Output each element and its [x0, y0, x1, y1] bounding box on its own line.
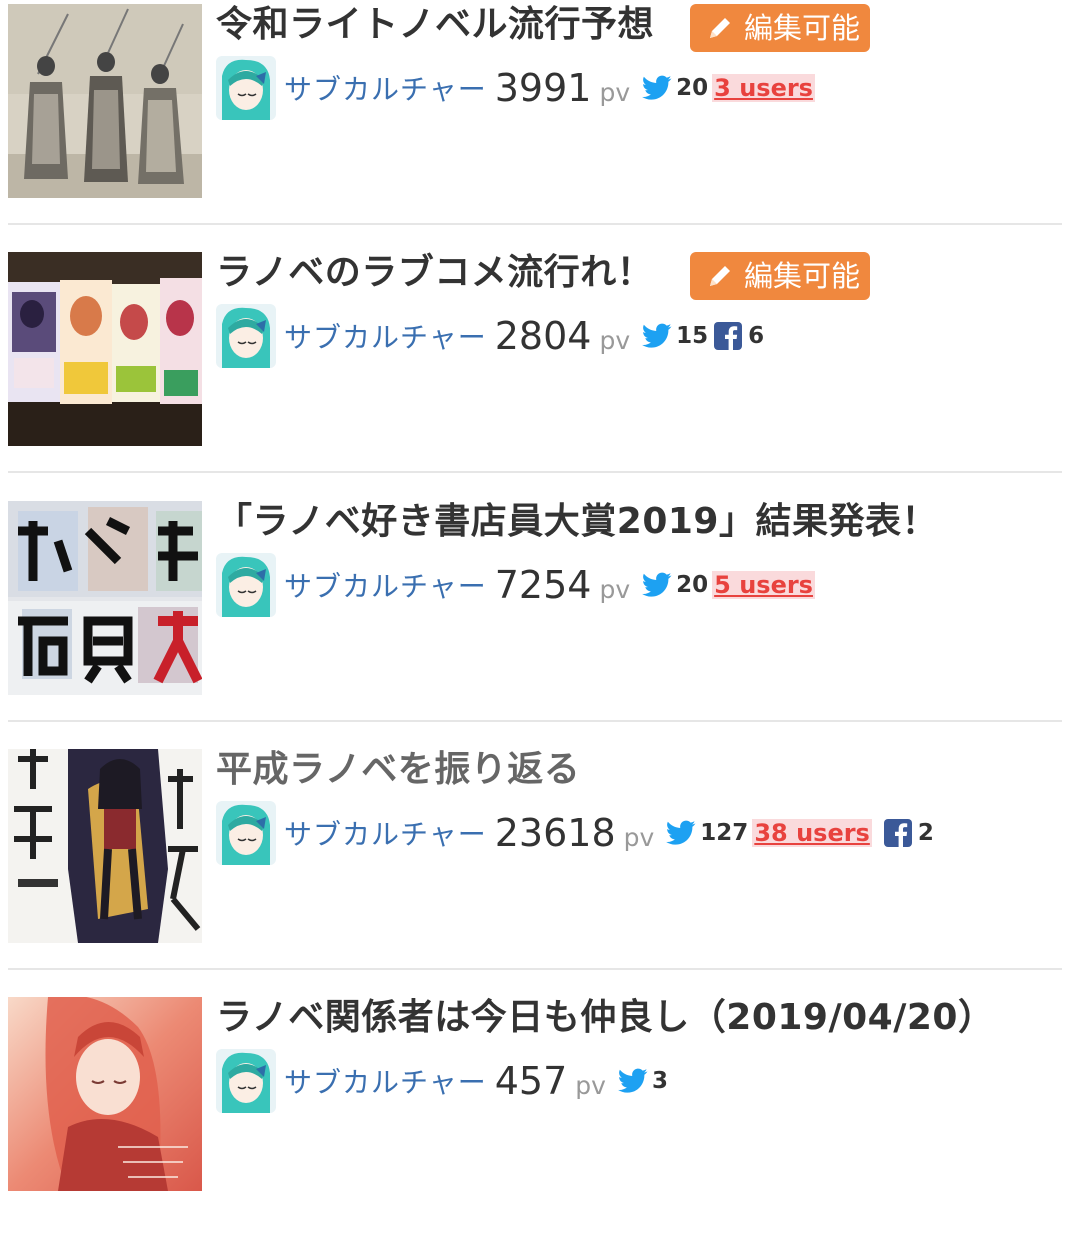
- article-item: 平成ラノベを振り返る サブカルチャー 23618 pv 127 38 users…: [0, 745, 1070, 993]
- twitter-icon[interactable]: [617, 1068, 648, 1094]
- twitter-icon[interactable]: [642, 75, 672, 101]
- facebook-count: 2: [917, 820, 934, 846]
- book-cover-thumbnail[interactable]: [8, 749, 202, 943]
- article-title[interactable]: 令和ライトノベル流行予想: [216, 2, 654, 48]
- divider: [8, 968, 1062, 970]
- avatar[interactable]: [216, 1049, 276, 1113]
- category-link[interactable]: サブカルチャー: [284, 68, 487, 108]
- poster-thumbnail[interactable]: [8, 501, 202, 695]
- pv-unit: pv: [599, 574, 631, 604]
- edit-badge[interactable]: 編集可能: [690, 252, 870, 300]
- article-title[interactable]: 平成ラノベを振り返る: [216, 747, 580, 793]
- article-item: 「ラノベ好き書店員大賞2019」結果発表！ サブカルチャー 7254 pv 20…: [0, 497, 1070, 745]
- pv-count: 3991: [494, 66, 592, 110]
- article-meta: サブカルチャー 2804 pv 15 6: [216, 304, 768, 368]
- pv-count: 2804: [494, 314, 592, 358]
- article-meta: サブカルチャー 3991 pv 20 3 users: [216, 56, 825, 120]
- edit-badge-label: 編集可能: [744, 11, 861, 45]
- article-title[interactable]: ラノベ関係者は今日も仲良し（2019/04/20）: [216, 995, 994, 1041]
- pv-count: 457: [494, 1059, 568, 1103]
- category-link[interactable]: サブカルチャー: [284, 316, 487, 356]
- facebook-icon[interactable]: [883, 819, 912, 847]
- article-meta: サブカルチャー 23618 pv 127 38 users 2: [216, 801, 938, 865]
- article-title[interactable]: ラノベのラブコメ流行れ！: [216, 250, 653, 296]
- article-item: 令和ライトノベル流行予想 編集可能 サブカルチャー 3991 pv 20 3 u…: [0, 0, 1070, 248]
- pv-unit: pv: [599, 325, 631, 355]
- avatar[interactable]: [216, 553, 276, 617]
- category-link[interactable]: サブカルチャー: [284, 1061, 487, 1101]
- pv-unit: pv: [623, 822, 655, 852]
- twitter-icon[interactable]: [642, 572, 672, 598]
- article-item: ラノベのラブコメ流行れ！ 編集可能 サブカルチャー 2804 pv 15 6: [0, 248, 1070, 496]
- article-meta: サブカルチャー 457 pv 3: [216, 1049, 672, 1113]
- tweet-count: 20: [676, 572, 709, 598]
- hatena-bookmark-link[interactable]: 5 users: [712, 571, 815, 599]
- tweet-count: 127: [700, 820, 749, 846]
- facebook-icon[interactable]: [714, 322, 743, 350]
- pv-unit: pv: [575, 1070, 606, 1100]
- article-item: ラノベ関係者は今日も仲良し（2019/04/20） サブカルチャー 457 pv: [0, 993, 1070, 1241]
- avatar[interactable]: [216, 801, 276, 865]
- pv-count: 23618: [494, 811, 616, 855]
- edit-badge-label: 編集可能: [744, 259, 861, 293]
- divider: [8, 720, 1062, 722]
- pencil-icon: [710, 18, 730, 38]
- avatar[interactable]: [216, 56, 276, 120]
- edit-badge[interactable]: 編集可能: [690, 4, 870, 52]
- category-link[interactable]: サブカルチャー: [284, 565, 487, 605]
- hatena-bookmark-link[interactable]: 38 users: [752, 819, 872, 847]
- tweet-count: 20: [676, 75, 709, 101]
- divider: [8, 223, 1062, 225]
- books-thumbnail[interactable]: [8, 252, 202, 446]
- divider: [8, 471, 1062, 473]
- pv-unit: pv: [599, 77, 631, 107]
- tweet-count: 3: [651, 1068, 668, 1094]
- pencil-icon: [710, 266, 730, 286]
- pv-count: 7254: [494, 563, 592, 607]
- category-link[interactable]: サブカルチャー: [284, 813, 487, 853]
- avatar[interactable]: [216, 304, 276, 368]
- twitter-icon[interactable]: [666, 820, 696, 846]
- twitter-icon[interactable]: [642, 323, 672, 349]
- article-meta: サブカルチャー 7254 pv 20 5 users: [216, 553, 825, 617]
- tweet-count: 15: [676, 323, 709, 349]
- vintage-photo-thumbnail[interactable]: [8, 4, 202, 198]
- facebook-count: 6: [748, 323, 765, 349]
- illustration-thumbnail[interactable]: [8, 997, 202, 1191]
- article-title[interactable]: 「ラノベ好き書店員大賞2019」結果発表！: [216, 499, 938, 545]
- article-list: 令和ライトノベル流行予想 編集可能 サブカルチャー 3991 pv 20 3 u…: [0, 0, 1070, 1200]
- hatena-bookmark-link[interactable]: 3 users: [712, 74, 815, 102]
